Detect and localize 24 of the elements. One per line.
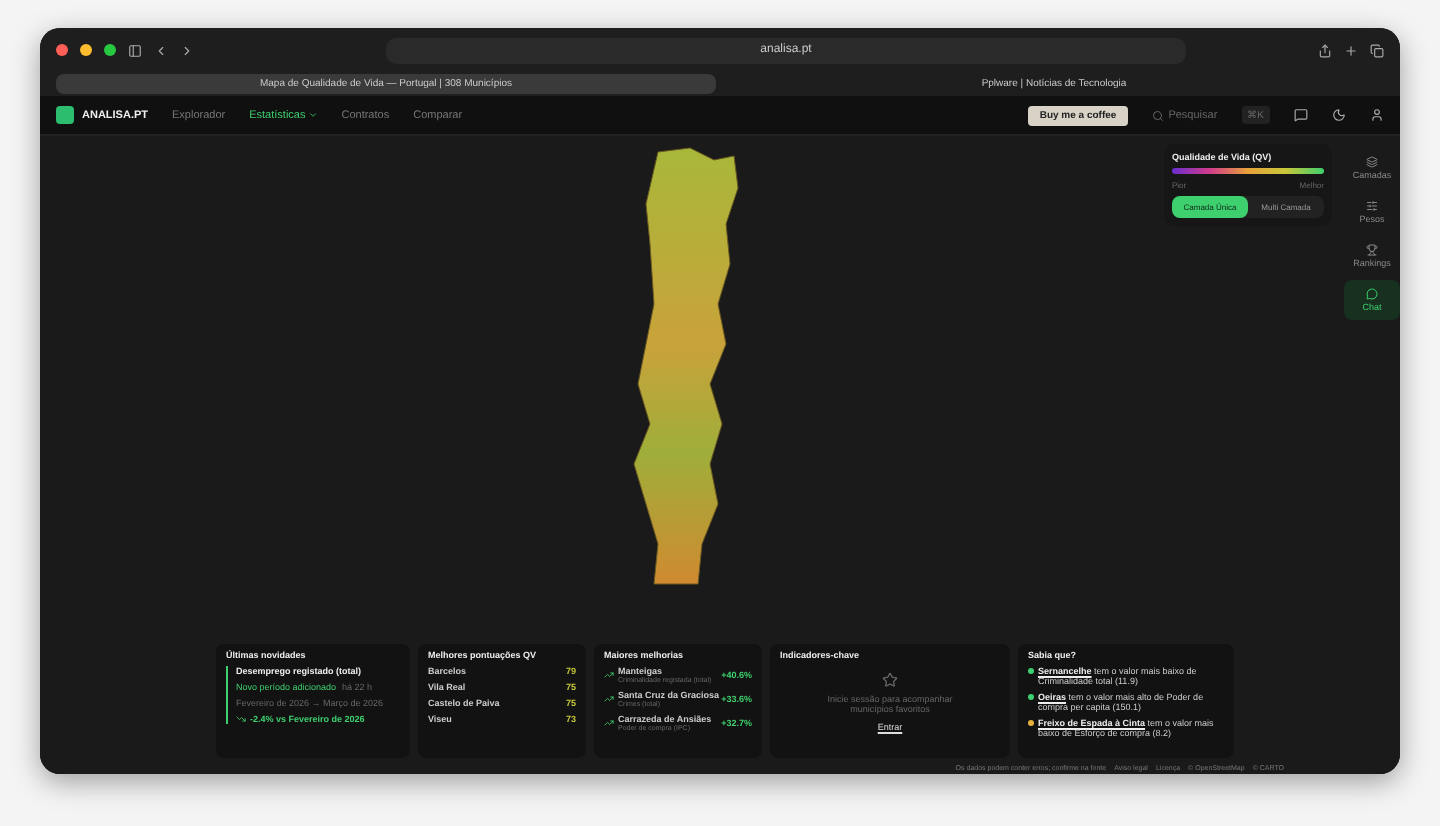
layers-icon <box>1366 156 1378 168</box>
star-icon <box>882 672 898 688</box>
trophy-icon <box>1366 244 1378 256</box>
user-icon[interactable] <box>1370 108 1384 122</box>
new-tab-icon[interactable] <box>1344 43 1358 57</box>
caret-icon[interactable] <box>307 110 318 120</box>
chat-bubble-icon <box>1366 288 1378 300</box>
minimize-icon[interactable] <box>80 44 92 56</box>
tabs-icon[interactable] <box>1370 43 1384 57</box>
sidebar-icon[interactable] <box>128 43 142 57</box>
search-icon <box>1152 109 1165 121</box>
close-icon[interactable] <box>56 44 68 56</box>
trend-icon <box>604 694 614 704</box>
forward-icon[interactable] <box>180 43 194 57</box>
zoom-icon[interactable] <box>104 44 116 56</box>
share-icon[interactable] <box>1318 43 1332 57</box>
back-icon[interactable] <box>154 43 168 57</box>
trend-icon <box>604 718 614 728</box>
theme-icon[interactable] <box>1332 108 1346 122</box>
chat-icon[interactable] <box>1294 108 1308 122</box>
trend-icon <box>604 670 614 680</box>
trend-icon <box>236 714 246 724</box>
sliders-icon <box>1366 200 1378 212</box>
logo-icon[interactable] <box>56 106 74 124</box>
